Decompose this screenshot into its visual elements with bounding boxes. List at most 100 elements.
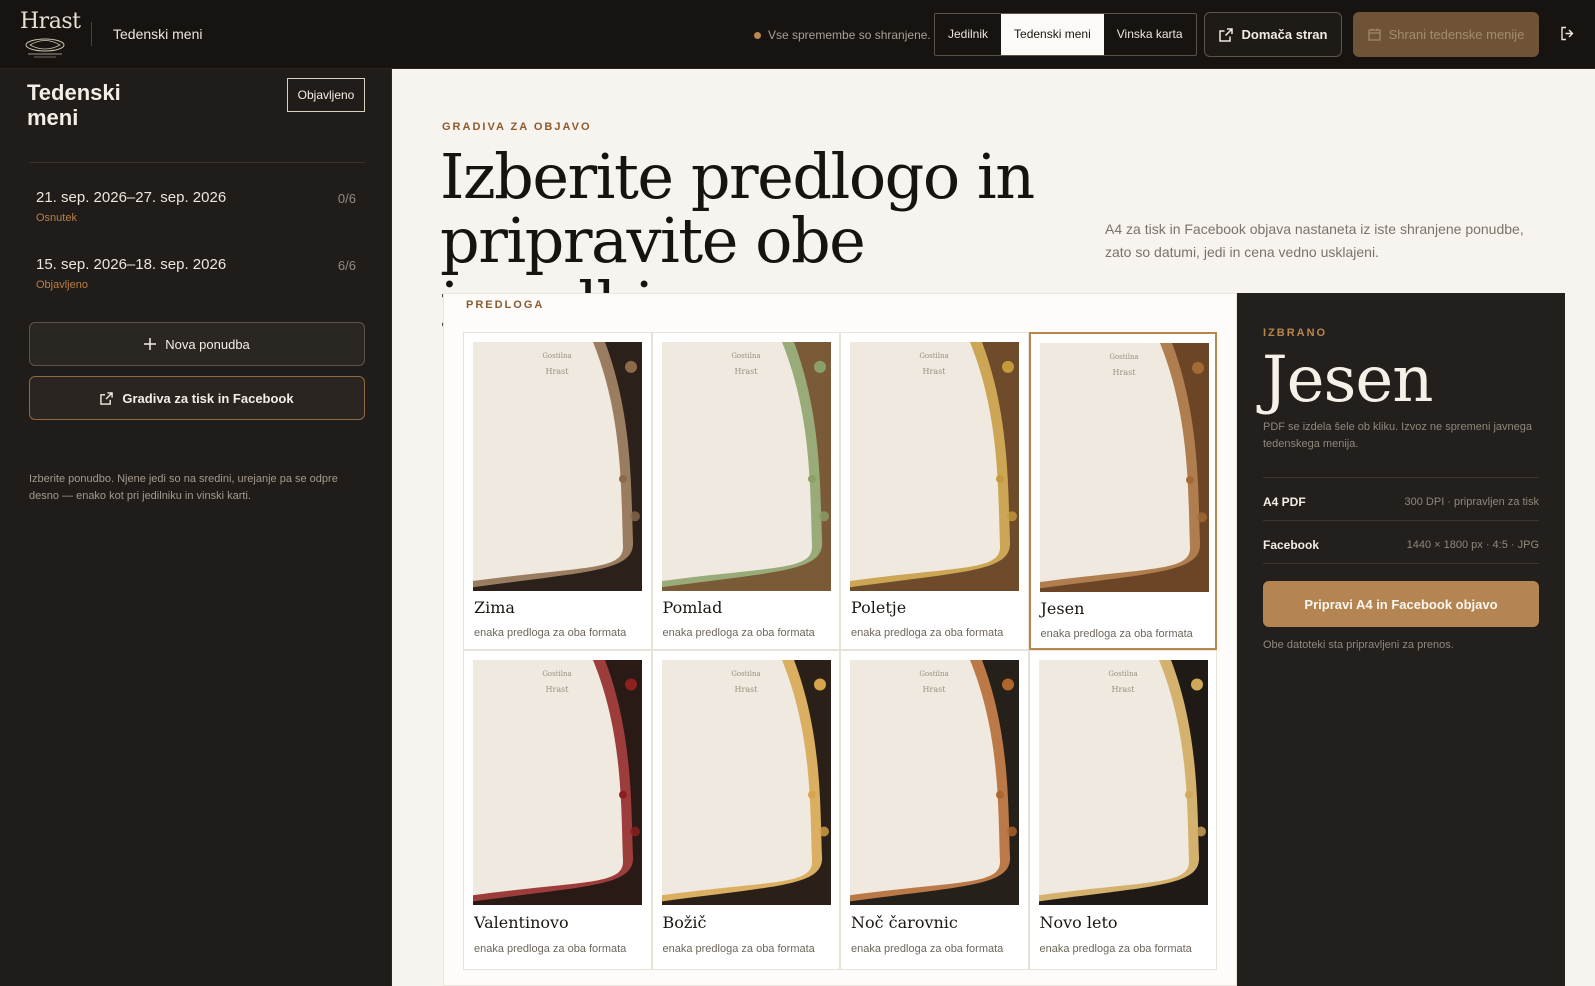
template-logo-line-1: Gostilna	[731, 670, 760, 678]
template-preview-art: Gostilna Hrast	[1038, 660, 1208, 905]
template-preview: Gostilna Hrast	[661, 660, 831, 905]
template-card-zima[interactable]: Gostilna Hrast Zima enaka predloga za oba f…	[463, 332, 652, 650]
template-preview-art: Gostilna Hrast	[850, 342, 1019, 591]
prepare-export-button[interactable]: Pripravi A4 in Facebook objavo	[1263, 581, 1539, 627]
week-range: 21. sep. 2026–27. sep. 2026	[36, 189, 227, 206]
template-format: enaka predloga za oba formata	[1039, 943, 1192, 955]
week-state: Objavljeno	[36, 279, 88, 291]
template-grid: Gostilna Hrast Zima enaka predloga za oba f…	[463, 332, 1217, 970]
home-page-button-label: Domača stran	[1241, 27, 1328, 42]
save-weekly-menus-button[interactable]: Shrani tedenske menije	[1353, 12, 1539, 57]
topbar-divider	[91, 22, 92, 46]
sidebar-title: Tedenski meni	[27, 80, 121, 130]
calendar-icon	[1367, 28, 1381, 41]
app-title: Tedenski meni	[113, 26, 203, 42]
selected-template-title: Jesen	[1262, 343, 1433, 417]
template-preview: Gostilna Hrast	[473, 342, 642, 591]
template-name: Zima	[474, 598, 515, 617]
template-preview: Gostilna Hrast	[1038, 660, 1208, 905]
logout-icon	[1561, 26, 1574, 41]
plus-icon	[144, 338, 157, 350]
format-row-facebook: Facebook 1440 × 1800 px · 4:5 · JPG	[1263, 538, 1539, 552]
template-logo-line-2: Hrast	[923, 685, 947, 694]
week-state: Osnutek	[36, 212, 77, 224]
template-preview: Gostilna Hrast	[1039, 343, 1209, 592]
template-preview: Gostilna Hrast	[850, 342, 1019, 591]
template-preview-art: Gostilna Hrast	[473, 342, 642, 591]
format-label: Facebook	[1263, 538, 1320, 552]
template-logo-line-1: Gostilna	[1109, 353, 1138, 361]
template-card-valentinovo[interactable]: Gostilna Hrast Valentinovo enaka predloga z…	[463, 650, 652, 970]
template-preview-art: Gostilna Hrast	[473, 660, 642, 905]
external-link-icon	[1218, 27, 1233, 42]
template-logo-line-1: Gostilna	[1108, 670, 1137, 678]
week-count: 0/6	[337, 191, 356, 206]
template-preview-art: Gostilna Hrast	[1039, 343, 1209, 592]
week-count: 6/6	[337, 258, 356, 273]
template-name: Valentinovo	[474, 913, 569, 932]
template-logo-line-2: Hrast	[1111, 685, 1135, 694]
save-weekly-menus-label: Shrani tedenske menije	[1388, 27, 1525, 42]
selection-description: PDF se izdela šele ob kliku. Izvoz ne sp…	[1263, 421, 1533, 450]
template-card-poletje[interactable]: Gostilna Hrast Poletje enaka predloga za ob…	[840, 332, 1029, 650]
selection-eyebrow: IZBRANO	[1263, 327, 1328, 339]
week-item[interactable]: 21. sep. 2026–27. sep. 2026 0/6 Osnutek	[36, 189, 356, 224]
home-page-button[interactable]: Domača stran	[1204, 12, 1342, 57]
format-value: 300 DPI · pripravljen za tisk	[1404, 496, 1540, 508]
tab-tedenski-meni[interactable]: Tedenski meni	[1001, 14, 1104, 55]
print-facebook-materials-button[interactable]: Gradiva za tisk in Facebook	[29, 376, 365, 420]
template-logo-line-1: Gostilna	[542, 670, 571, 678]
new-offer-button[interactable]: Nova ponudba	[29, 322, 365, 366]
format-label: A4 PDF	[1263, 495, 1306, 509]
template-name: Noč čarovnic	[851, 913, 958, 932]
template-card-noč-čarovnic[interactable]: Gostilna Hrast Noč čarovnic enaka predloga …	[840, 650, 1029, 970]
top-bar: Hrast Tedenski meni Vse spremembe so shr…	[0, 0, 1595, 69]
published-badge[interactable]: Objavljeno	[287, 78, 365, 112]
template-logo-line-2: Hrast	[734, 685, 758, 694]
template-format: enaka predloga za oba formata	[851, 943, 1004, 955]
template-format: enaka predloga za oba formata	[662, 943, 815, 955]
selection-divider	[1263, 563, 1539, 564]
template-logo-line-2: Hrast	[923, 367, 947, 376]
template-card-novo-leto[interactable]: Gostilna Hrast Novo leto enaka predloga za …	[1028, 650, 1217, 970]
format-row-a4: A4 PDF 300 DPI · pripravljen za tisk	[1263, 495, 1539, 509]
template-name: Božič	[662, 913, 707, 932]
template-panel-label: PREDLOGA	[466, 299, 545, 311]
template-format: enaka predloga za oba formata	[474, 627, 627, 639]
save-status: Vse spremembe so shranjene.	[754, 28, 931, 42]
template-preview-art: Gostilna Hrast	[661, 342, 831, 591]
template-card-božič[interactable]: Gostilna Hrast Božič enaka predloga za oba …	[651, 650, 840, 970]
template-logo-line-1: Gostilna	[542, 352, 571, 360]
status-dot-icon	[754, 31, 761, 39]
page-title-line-1: Izberite predlogo in	[440, 140, 1035, 213]
template-preview: Gostilna Hrast	[850, 660, 1019, 905]
template-name: Jesen	[1040, 599, 1085, 618]
new-offer-label: Nova ponudba	[165, 336, 250, 352]
template-format: enaka predloga za oba formata	[1040, 628, 1193, 640]
template-format: enaka predloga za oba formata	[851, 627, 1004, 639]
template-logo-line-1: Gostilna	[731, 352, 760, 360]
template-format: enaka predloga za oba formata	[662, 627, 815, 639]
selection-divider	[1263, 477, 1539, 478]
brand-logo[interactable]: Hrast	[20, 10, 81, 58]
tab-vinska-karta[interactable]: Vinska karta	[1104, 14, 1196, 55]
template-logo-line-2: Hrast	[734, 367, 758, 376]
save-status-text: Vse spremembe so shranjene.	[768, 28, 931, 42]
template-card-jesen[interactable]: Gostilna Hrast Jesen enaka predloga za oba …	[1028, 332, 1217, 650]
template-name: Novo leto	[1039, 913, 1118, 932]
template-logo-line-1: Gostilna	[919, 352, 948, 360]
logout-button[interactable]	[1560, 26, 1575, 46]
template-preview-art: Gostilna Hrast	[850, 660, 1019, 905]
export-note: Obe datoteki sta pripravljeni za prenos.	[1263, 639, 1454, 651]
tab-jedilnik[interactable]: Jedilnik	[935, 14, 1001, 55]
format-value: 1440 × 1800 px · 4:5 · JPG	[1406, 539, 1539, 551]
section-eyebrow: GRADIVA ZA OBJAVO	[442, 121, 592, 133]
week-item[interactable]: 15. sep. 2026–18. sep. 2026 6/6 Objavlje…	[36, 256, 356, 291]
template-preview-art: Gostilna Hrast	[661, 660, 831, 905]
template-format: enaka predloga za oba formata	[474, 943, 627, 955]
template-logo-line-2: Hrast	[1112, 368, 1136, 377]
sidebar-divider	[29, 162, 365, 163]
template-card-pomlad[interactable]: Gostilna Hrast Pomlad enaka predloga za oba…	[651, 332, 840, 650]
selection-divider	[1263, 520, 1539, 521]
section-tabs: Jedilnik Tedenski meni Vinska karta	[934, 13, 1197, 56]
